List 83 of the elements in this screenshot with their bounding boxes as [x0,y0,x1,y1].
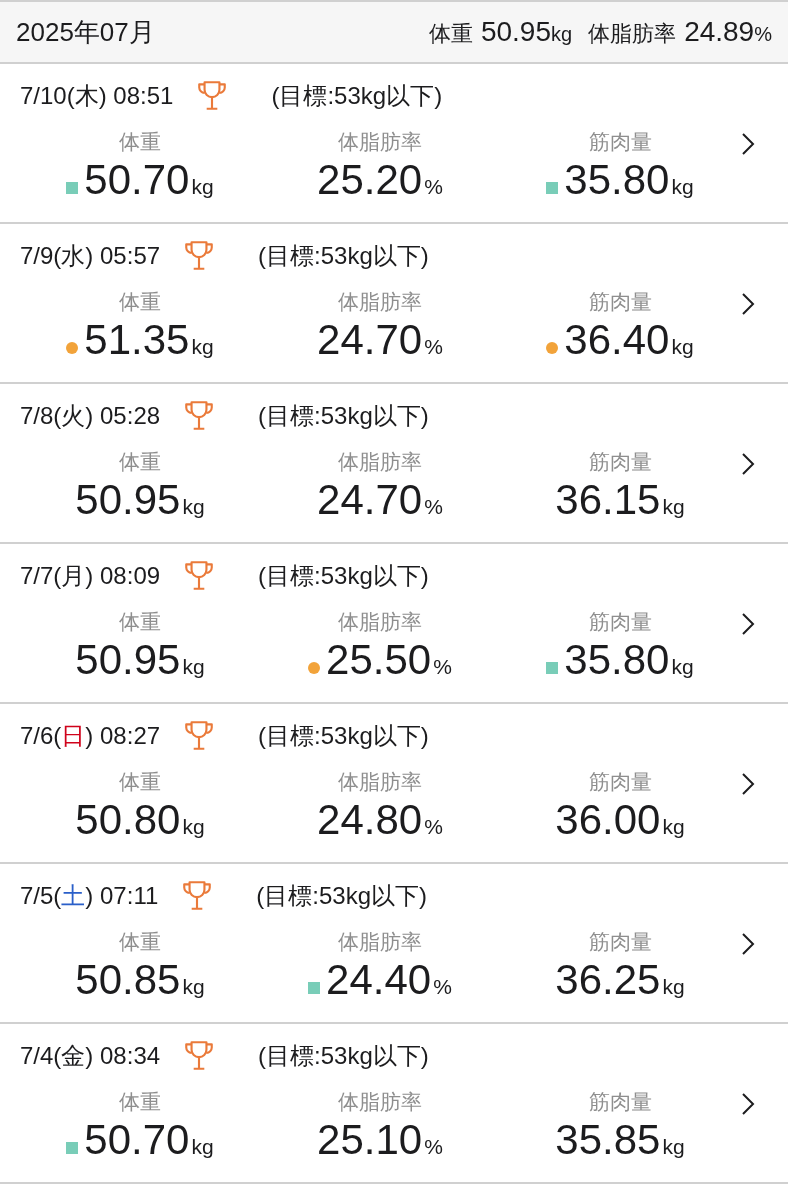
goal-text: (目標:53kg以下) [256,881,427,911]
entry-row[interactable]: 7/8(火) 05:28 (目標:53kg以下) 体重 50.95 kg 体脂肪率 24.70% 筋肉量 36.15 kg [0,384,788,544]
chevron-right-icon[interactable] [741,292,755,316]
metric-label: 筋肉量 [588,609,652,635]
metric-label: 筋肉量 [588,449,652,475]
metric-label: 体脂肪率 [338,289,422,315]
metric-label: 筋肉量 [588,289,652,315]
metric-label: 体脂肪率 [338,929,422,955]
metric-label: 筋肉量 [588,929,652,955]
metric-value: 50.95 kg [75,636,205,685]
metric-label: 体脂肪率 [338,769,422,795]
metric-value: 36.15 kg [555,476,685,525]
metric-value: 36.00 kg [555,796,685,845]
low-marker-icon [308,981,321,994]
goal-text: (目標:53kg以下) [271,81,443,111]
metric-value: 24.70% [317,316,443,365]
metric-value: 24.40% [326,956,452,1005]
metric-value: 36.40 kg [564,316,694,365]
metric-label: 体重 [119,289,161,315]
metric-value: 35.85 kg [555,1116,685,1165]
metric-value: 25.50% [326,636,452,685]
metric-value: 50.70 kg [84,1116,214,1165]
low-marker-icon [546,181,559,194]
metric-value: 24.80% [317,796,443,845]
goal-text: (目標:53kg以下) [258,561,429,591]
high-marker-icon [308,661,321,674]
metric-label: 体脂肪率 [338,449,422,475]
metric-label: 筋肉量 [588,769,652,795]
goal-text: (目標:53kg以下) [258,241,429,271]
metric-value: 35.80 kg [564,636,694,685]
low-marker-icon [66,1141,79,1154]
metric-value: 25.10% [317,1116,443,1165]
chevron-right-icon[interactable] [741,932,755,956]
metric-label: 体脂肪率 [338,129,422,155]
chevron-right-icon[interactable] [741,772,755,796]
entry-row[interactable]: 7/5(土) 07:11 (目標:53kg以下) 体重 50.85 kg 体脂肪率 24.40% 筋肉量 36.25 kg [0,864,788,1024]
goal-text: (目標:53kg以下) [258,721,429,751]
metric-label: 体重 [119,1089,161,1115]
metric-value: 50.85 kg [75,956,205,1005]
entry-datetime: 7/5(土) 07:11 [20,881,159,911]
metric-label: 体脂肪率 [338,1089,422,1115]
metric-label: 体重 [119,769,161,795]
high-marker-icon [546,341,559,354]
entry-datetime: 7/10(木) 08:51 [20,81,174,111]
metric-value: 51.35 kg [84,316,214,365]
summary-label: 体脂肪率 [588,20,677,48]
entry-datetime: 7/6(日) 08:27 [20,721,161,751]
metric-value: 25.20% [317,156,443,205]
entry-row[interactable]: 7/6(日) 08:27 (目標:53kg以下) 体重 50.80 kg 体脂肪率 24.80% 筋肉量 36.00 kg [0,704,788,864]
metric-value: 50.80 kg [75,796,205,845]
chevron-right-icon[interactable] [741,452,755,476]
metric-label: 筋肉量 [588,129,652,155]
chevron-right-icon[interactable] [741,612,755,636]
metric-value: 50.70 kg [84,156,214,205]
summary-value: 24.89% [684,15,772,49]
metric-value: 24.70% [317,476,443,525]
low-marker-icon [66,181,79,194]
metric-label: 体重 [119,449,161,475]
summary-value: 50.95kg [480,15,573,49]
month-title: 2025年07月 [16,15,155,49]
metric-value: 35.80 kg [564,156,694,205]
high-marker-icon [66,341,79,354]
entry-datetime: 7/8(火) 05:28 [20,401,161,431]
metric-label: 体脂肪率 [338,609,422,635]
entry-row[interactable]: 7/9(水) 05:57 (目標:53kg以下) 体重 51.35 kg 体脂肪率 24.70% 筋肉量 36.40 kg [0,224,788,384]
metric-label: 体重 [119,929,161,955]
metric-label: 体重 [119,129,161,155]
chevron-right-icon[interactable] [741,132,755,156]
summary-label: 体重 [428,20,473,48]
goal-text: (目標:53kg以下) [258,1041,429,1071]
entry-datetime: 7/4(金) 08:34 [20,1041,161,1071]
entry-datetime: 7/9(水) 05:57 [20,241,161,271]
metric-value: 50.95 kg [75,476,205,525]
entry-row[interactable]: 7/4(金) 08:34 (目標:53kg以下) 体重 50.70 kg 体脂肪率 25.10% 筋肉量 35.85 kg [0,1024,788,1184]
goal-text: (目標:53kg以下) [258,401,429,431]
entry-datetime: 7/7(月) 08:09 [20,561,161,591]
entry-row[interactable]: 7/10(木) 08:51 (目標:53kg以下) 体重 50.70 kg 体脂肪率 25.20% 筋肉量 35.80 kg [0,64,788,224]
chevron-right-icon[interactable] [741,1092,755,1116]
metric-label: 体重 [119,609,161,635]
metric-label: 筋肉量 [588,1089,652,1115]
entry-row[interactable]: 7/7(月) 08:09 (目標:53kg以下) 体重 50.95 kg 体脂肪率 25.50% 筋肉量 35.80 kg [0,544,788,704]
metric-value: 36.25 kg [555,956,685,1005]
low-marker-icon [546,661,559,674]
